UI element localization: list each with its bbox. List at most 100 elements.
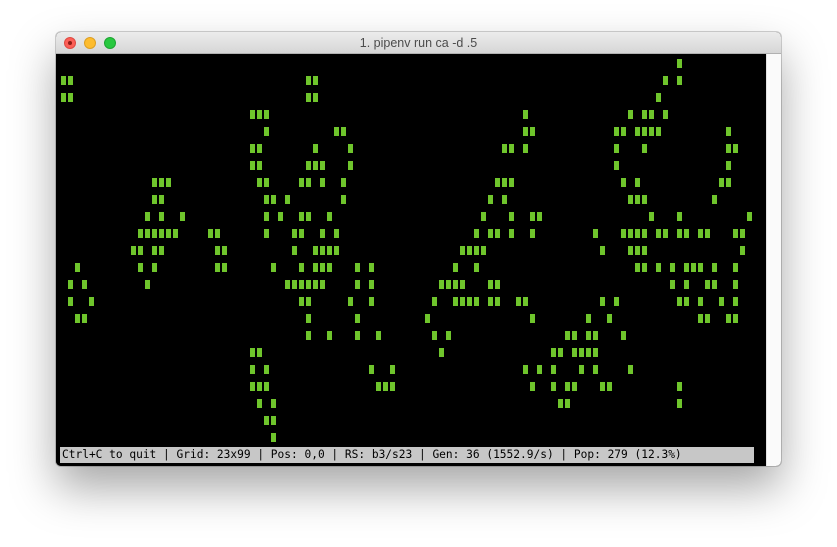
live-cell (656, 263, 661, 272)
live-cell (474, 263, 479, 272)
live-cell (152, 195, 157, 204)
live-cell (649, 212, 654, 221)
live-cell (635, 127, 640, 136)
live-cell (537, 365, 542, 374)
live-cell (593, 331, 598, 340)
live-cell (530, 127, 535, 136)
live-cell (649, 127, 654, 136)
live-cell (733, 229, 738, 238)
live-cell (614, 144, 619, 153)
live-cell (523, 297, 528, 306)
automaton-grid (56, 54, 766, 466)
live-cell (299, 263, 304, 272)
live-cell (656, 127, 661, 136)
live-cell (747, 212, 752, 221)
live-cell (215, 229, 220, 238)
live-cell (292, 229, 297, 238)
live-cell (600, 297, 605, 306)
live-cell (208, 229, 213, 238)
live-cell (369, 280, 374, 289)
live-cell (152, 178, 157, 187)
live-cell (537, 212, 542, 221)
live-cell (649, 110, 654, 119)
live-cell (257, 382, 262, 391)
live-cell (278, 212, 283, 221)
live-cell (159, 195, 164, 204)
live-cell (565, 331, 570, 340)
live-cell (698, 229, 703, 238)
live-cell (481, 246, 486, 255)
live-cell (621, 331, 626, 340)
live-cell (705, 229, 710, 238)
live-cell (327, 246, 332, 255)
live-cell (257, 178, 262, 187)
title-bar[interactable]: 1. pipenv run ca -d .5 (56, 32, 781, 54)
live-cell (250, 161, 255, 170)
terminal-content[interactable]: Ctrl+C to quit | Grid: 23x99 | Pos: 0,0 … (56, 54, 766, 466)
live-cell (530, 314, 535, 323)
live-cell (369, 297, 374, 306)
live-cell (61, 93, 66, 102)
live-cell (82, 314, 87, 323)
live-cell (68, 93, 73, 102)
live-cell (474, 297, 479, 306)
scrollbar[interactable] (766, 54, 781, 466)
live-cell (159, 246, 164, 255)
live-cell (257, 110, 262, 119)
live-cell (677, 382, 682, 391)
live-cell (726, 178, 731, 187)
live-cell (523, 144, 528, 153)
live-cell (215, 263, 220, 272)
live-cell (250, 365, 255, 374)
live-cell (509, 212, 514, 221)
live-cell (334, 229, 339, 238)
live-cell (271, 433, 276, 442)
live-cell (523, 365, 528, 374)
live-cell (712, 195, 717, 204)
live-cell (677, 212, 682, 221)
live-cell (516, 297, 521, 306)
live-cell (593, 348, 598, 357)
live-cell (145, 280, 150, 289)
live-cell (614, 297, 619, 306)
live-cell (670, 280, 675, 289)
live-cell (656, 229, 661, 238)
live-cell (320, 280, 325, 289)
live-cell (488, 195, 493, 204)
live-cell (390, 382, 395, 391)
live-cell (250, 144, 255, 153)
live-cell (320, 229, 325, 238)
live-cell (299, 178, 304, 187)
live-cell (642, 144, 647, 153)
live-cell (502, 178, 507, 187)
live-cell (75, 263, 80, 272)
live-cell (642, 229, 647, 238)
live-cell (299, 212, 304, 221)
live-cell (558, 399, 563, 408)
live-cell (68, 297, 73, 306)
live-cell (691, 263, 696, 272)
live-cell (264, 195, 269, 204)
live-cell (628, 365, 633, 374)
live-cell (600, 246, 605, 255)
live-cell (138, 246, 143, 255)
live-cell (313, 263, 318, 272)
live-cell (264, 416, 269, 425)
live-cell (481, 212, 486, 221)
live-cell (488, 297, 493, 306)
live-cell (628, 229, 633, 238)
live-cell (257, 399, 262, 408)
live-cell (75, 314, 80, 323)
live-cell (306, 76, 311, 85)
live-cell (677, 76, 682, 85)
live-cell (264, 127, 269, 136)
live-cell (271, 195, 276, 204)
live-cell (586, 331, 591, 340)
live-cell (355, 280, 360, 289)
live-cell (264, 229, 269, 238)
live-cell (446, 331, 451, 340)
live-cell (726, 161, 731, 170)
live-cell (509, 144, 514, 153)
live-cell (558, 348, 563, 357)
live-cell (264, 212, 269, 221)
